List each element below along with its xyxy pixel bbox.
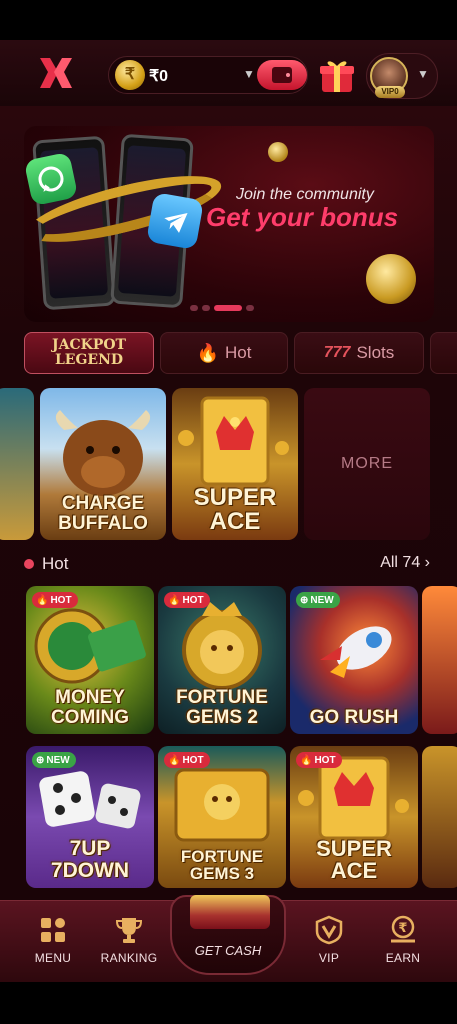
coin-decoration <box>366 254 416 304</box>
flame-icon: 🔥 <box>36 594 49 606</box>
system-nav-bar <box>0 982 457 1024</box>
tag-label: NEW <box>310 594 334 606</box>
game-title: FORTUNE GEMS 2 <box>176 687 268 728</box>
tag-label: HOT <box>182 754 204 766</box>
treasure-chest-icon <box>190 895 270 929</box>
flame-icon: 🔥 <box>300 754 313 766</box>
nav-label: VIP <box>318 951 340 965</box>
carousel-dot[interactable] <box>246 305 254 311</box>
game-card[interactable]: 🔥 HOT FORTUNE GEMS 3 <box>158 746 286 888</box>
gift-icon[interactable] <box>318 56 356 94</box>
flame-icon: 🔥 <box>168 594 181 606</box>
profile-button[interactable]: VIP0 ▼ <box>366 53 438 99</box>
balance-selector[interactable]: ₹ ₹0 ▼ <box>108 56 308 94</box>
game-card[interactable]: ⊕ NEW GO RUSH <box>290 586 418 734</box>
nav-menu[interactable]: MENU <box>16 915 90 975</box>
more-label: MORE <box>341 455 393 472</box>
tab-more[interactable] <box>430 332 457 374</box>
tab-label: Hot <box>224 343 252 362</box>
coin-decoration <box>268 142 288 162</box>
app-logo-icon[interactable] <box>36 56 76 90</box>
carousel-dot[interactable] <box>202 305 210 311</box>
new-tag: ⊕ NEW <box>296 592 340 608</box>
game-title: 7UP 7DOWN <box>50 837 130 882</box>
nav-vip[interactable]: VIP <box>292 915 366 975</box>
game-card[interactable]: CHARGE BUFFALO <box>40 388 166 540</box>
carousel-dot-active[interactable] <box>214 305 242 311</box>
nav-label: RANKING <box>100 951 158 965</box>
flame-icon: 🔥 <box>168 754 181 766</box>
game-card-partial[interactable] <box>422 586 457 734</box>
tag-label: NEW <box>46 754 70 766</box>
hot-tag: 🔥 HOT <box>32 592 78 608</box>
tag-label: HOT <box>182 594 204 606</box>
promo-banner[interactable]: Join the community Get your bonus <box>24 126 434 322</box>
tab-label: LEGEND <box>54 352 124 368</box>
game-card[interactable]: 🔥 HOT FORTUNE GEMS 2 <box>158 586 286 734</box>
hot-tag: 🔥 HOT <box>164 592 210 608</box>
flame-icon: 🔥 <box>196 342 219 363</box>
view-all-label: All 74 <box>380 554 421 571</box>
new-tag: ⊕ NEW <box>32 752 76 768</box>
game-title: MONEY COMING <box>50 687 130 728</box>
hot-section-header: Hot All 74 › <box>24 554 434 574</box>
nav-label: MENU <box>34 951 72 965</box>
rupee-coin-icon: ₹ <box>115 60 145 90</box>
section-title: Hot <box>42 554 69 573</box>
game-title: SUPER ACE <box>316 836 392 883</box>
hot-tag: 🔥 HOT <box>296 752 342 768</box>
app-header: ₹ ₹0 ▼ VIP0 ▼ <box>0 40 457 106</box>
vip-shield-icon <box>315 915 343 945</box>
trophy-icon <box>115 918 143 943</box>
section-bullet-icon <box>24 559 34 569</box>
game-title: GO RUSH <box>309 707 399 728</box>
nav-label: EARN <box>385 951 421 965</box>
chevron-right-icon: › <box>424 554 430 571</box>
tab-hot[interactable]: 🔥 Hot <box>160 332 288 374</box>
game-title: CHARGE BUFFALO <box>58 493 148 534</box>
banner-title: Get your bonus <box>206 202 399 232</box>
nav-get-cash[interactable]: GET CASH <box>170 895 286 975</box>
tab-label: JACKPOT <box>52 337 126 353</box>
view-all-link[interactable]: All 74 › <box>380 554 430 572</box>
menu-grid-icon <box>41 918 65 942</box>
nav-label: GET CASH <box>194 943 262 958</box>
game-card[interactable]: ⊕ NEW 7UP 7DOWN <box>26 746 154 888</box>
carousel-dot[interactable] <box>190 305 198 311</box>
game-title: FORTUNE GEMS 3 <box>180 847 264 883</box>
vip-level-badge: VIP0 <box>375 86 405 98</box>
chevron-down-icon[interactable]: ▼ <box>243 67 255 81</box>
slots-777-icon: 777 <box>323 344 351 361</box>
jackpot-games-row: CHARGE BUFFALO SUPER ACE MORE <box>0 388 457 540</box>
category-tabs: JACKPOT LEGEND 🔥 Hot 777 Slots <box>20 332 457 374</box>
plus-icon: ⊕ <box>36 754 45 766</box>
game-card[interactable]: 🔥 HOT SUPER ACE <box>290 746 418 888</box>
svg-text:₹: ₹ <box>398 921 407 936</box>
carousel-indicator <box>190 305 254 311</box>
tab-jackpot-legend[interactable]: JACKPOT LEGEND <box>24 332 154 374</box>
more-games-card[interactable]: MORE <box>304 388 430 540</box>
wallet-button[interactable] <box>257 60 307 90</box>
game-card[interactable]: 🔥 HOT MONEY COMING <box>26 586 154 734</box>
game-card-partial[interactable] <box>422 746 457 888</box>
tag-label: HOT <box>314 754 336 766</box>
chevron-down-icon[interactable]: ▼ <box>417 67 429 81</box>
main-content: Join the community Get your bonus JACKPO… <box>0 106 457 900</box>
game-card[interactable]: SUPER ACE <box>172 388 298 540</box>
game-card-partial[interactable] <box>0 388 34 540</box>
wallet-icon <box>272 67 292 83</box>
tab-slots[interactable]: 777 Slots <box>294 332 424 374</box>
tag-label: HOT <box>50 594 72 606</box>
game-title: SUPER ACE <box>193 484 277 535</box>
nav-ranking[interactable]: RANKING <box>92 915 166 975</box>
tab-label: Slots <box>356 343 395 362</box>
plus-icon: ⊕ <box>300 594 309 606</box>
bottom-navigation: MENU RANKING GET CASH VIP ₹ EARN <box>0 895 457 982</box>
telegram-icon <box>146 192 204 250</box>
balance-amount: ₹0 <box>149 68 169 85</box>
rupee-hand-icon: ₹ <box>391 915 415 943</box>
nav-earn[interactable]: ₹ EARN <box>366 915 440 975</box>
hot-tag: 🔥 HOT <box>164 752 210 768</box>
status-bar <box>0 0 457 40</box>
